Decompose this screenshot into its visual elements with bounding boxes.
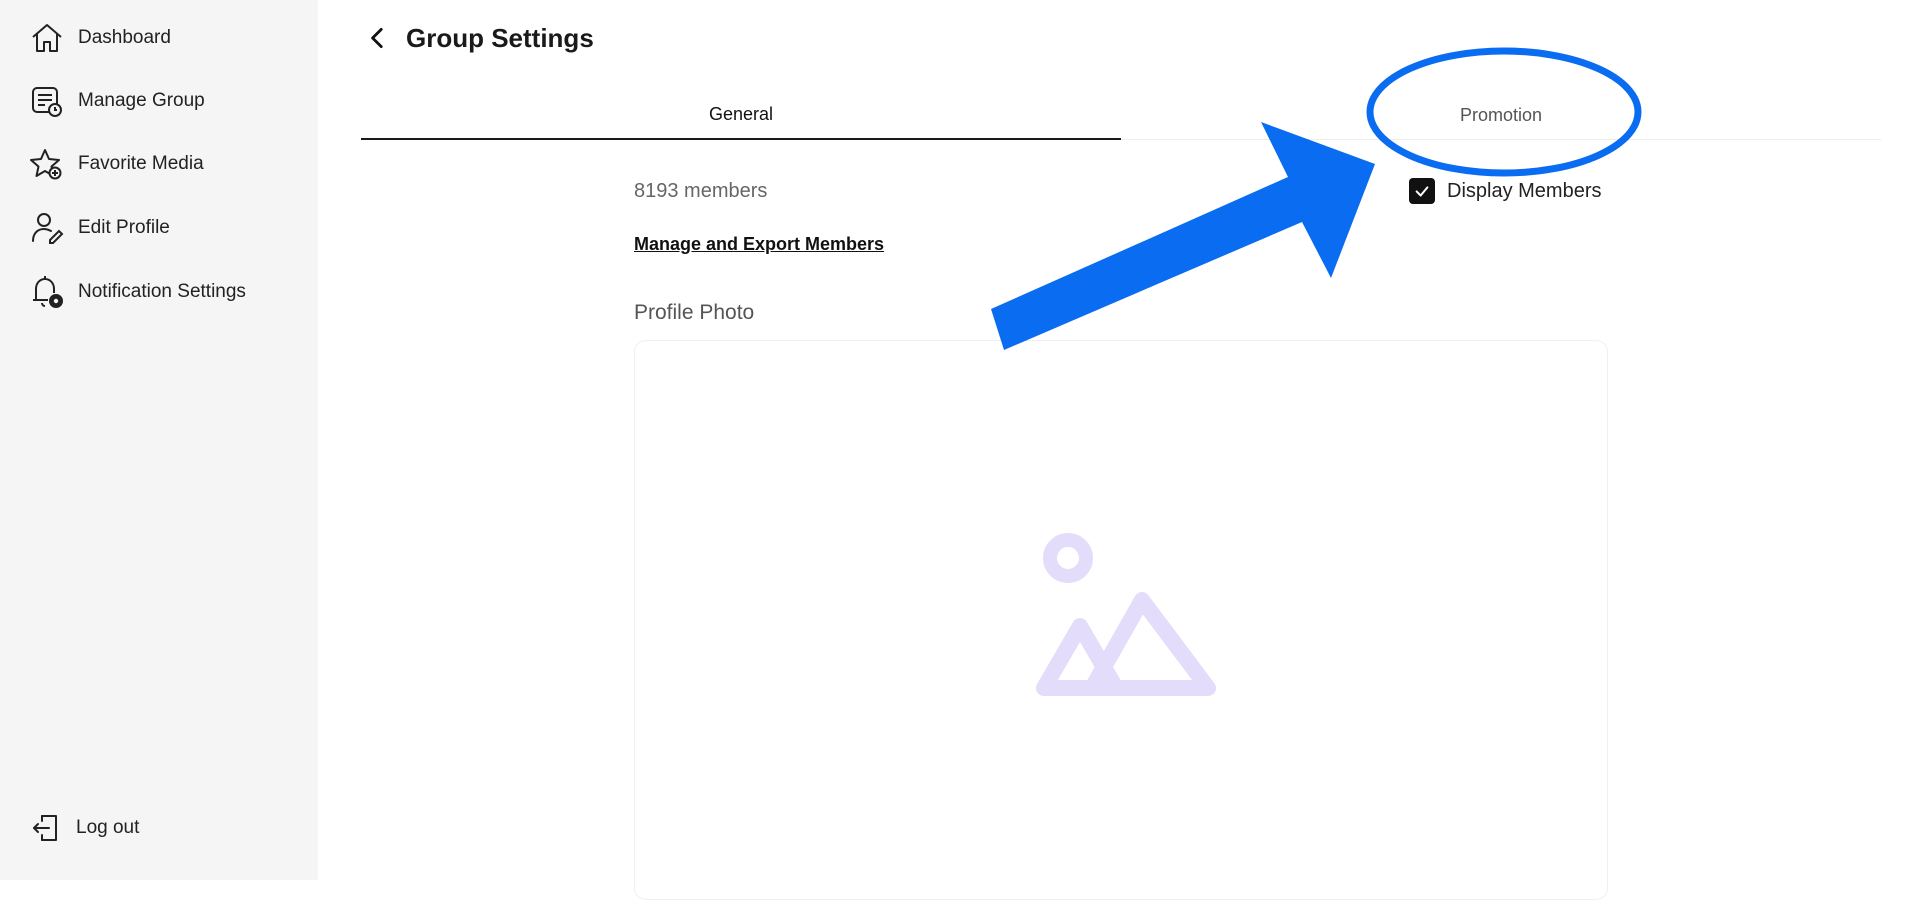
page-header: Group Settings: [362, 18, 594, 58]
sidebar-item-edit-profile[interactable]: Edit Profile: [30, 208, 170, 248]
tab-promotion[interactable]: Promotion: [1121, 90, 1881, 140]
tab-general[interactable]: General: [361, 90, 1121, 140]
sidebar-item-label: Edit Profile: [78, 217, 170, 238]
bell-gear-icon: [30, 275, 64, 309]
sidebar-item-label: Dashboard: [78, 27, 171, 48]
page-title: Group Settings: [406, 22, 594, 53]
back-button[interactable]: [362, 22, 394, 54]
home-icon: [30, 21, 64, 55]
logout-label: Log out: [76, 817, 140, 838]
sidebar-item-notification-settings[interactable]: Notification Settings: [30, 272, 246, 312]
sidebar-item-label: Manage Group: [78, 90, 205, 111]
check-icon: [1415, 186, 1429, 197]
sidebar-item-dashboard[interactable]: Dashboard: [30, 18, 171, 58]
display-members-checkbox[interactable]: Display Members: [1409, 178, 1601, 204]
sidebar: Dashboard Manage Group Favorite Media Ed…: [0, 0, 318, 880]
image-placeholder-icon: [1036, 533, 1216, 696]
user-edit-icon: [30, 211, 64, 245]
chevron-left-icon: [371, 27, 383, 49]
members-count: 8193 members: [634, 180, 768, 202]
manage-group-icon: [30, 84, 64, 118]
tab-bar: General Promotion: [361, 90, 1881, 140]
checkbox-checked[interactable]: [1409, 178, 1435, 204]
sidebar-item-favorite-media[interactable]: Favorite Media: [30, 144, 204, 184]
sidebar-item-label: Favorite Media: [78, 153, 204, 174]
sidebar-item-label: Notification Settings: [78, 281, 246, 302]
star-add-icon: [30, 147, 64, 181]
profile-photo-label: Profile Photo: [634, 301, 755, 324]
manage-export-members-link[interactable]: Manage and Export Members: [634, 234, 884, 255]
sidebar-item-manage-group[interactable]: Manage Group: [30, 81, 205, 121]
display-members-label: Display Members: [1447, 179, 1602, 202]
main-content: Group Settings General Promotion 8193 me…: [318, 0, 1920, 900]
logout-button[interactable]: Log out: [30, 808, 139, 848]
logout-icon: [30, 812, 62, 844]
